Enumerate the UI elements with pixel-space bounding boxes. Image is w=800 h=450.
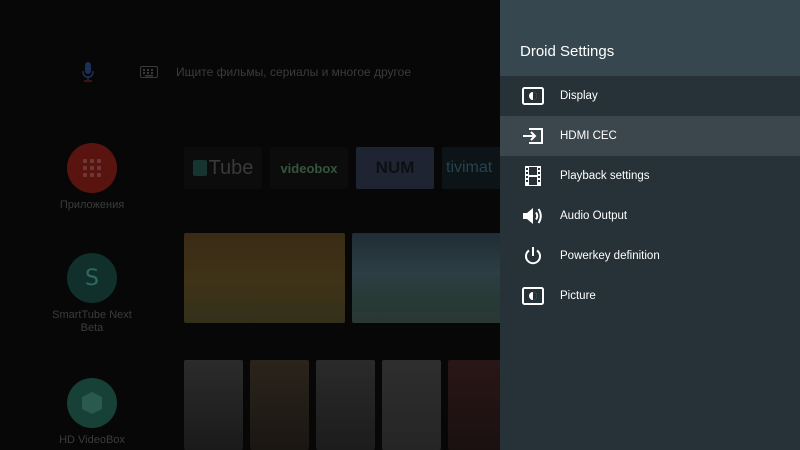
poster-thumbnail[interactable] (316, 360, 375, 450)
channel-tile-videobox[interactable]: videobox (270, 147, 348, 189)
panel-title: Droid Settings (520, 43, 615, 60)
channel-tile-tube[interactable]: Tube (184, 147, 262, 189)
channel-tile-num[interactable]: NUM (356, 147, 434, 189)
menu-item-hdmi-cec[interactable]: HDMI CEC (500, 116, 800, 156)
poster-thumbnail[interactable] (184, 360, 243, 450)
channel-label: tivimat (446, 159, 493, 176)
app-label: HD VideoBox (59, 434, 125, 446)
tube-logo-icon (192, 160, 207, 176)
videobox-logo-icon (67, 378, 117, 428)
app-tile-smarttube[interactable]: S SmartTube Next Beta (42, 253, 142, 335)
channel-label: Tube (208, 156, 254, 179)
picture-icon (522, 285, 544, 307)
power-icon (522, 245, 544, 267)
poster-thumbnail[interactable] (448, 360, 507, 450)
menu-item-label: Playback settings (560, 170, 650, 182)
app-label: Приложения (59, 199, 125, 211)
display-icon (522, 85, 544, 107)
microphone-icon[interactable] (80, 61, 96, 83)
channel-row: Tube videobox NUM tivimat (184, 147, 520, 189)
app-tile-apps[interactable]: Приложения (42, 143, 142, 212)
search-placeholder: Ищите фильмы, сериалы и многое другое (176, 65, 412, 79)
keyboard-icon[interactable] (140, 66, 158, 78)
channel-label: videobox (280, 160, 338, 176)
featured-thumbnail[interactable] (352, 233, 513, 323)
hdmi-input-icon (522, 125, 544, 147)
search-bar[interactable]: Ищите фильмы, сериалы и многое другое (80, 58, 411, 86)
speaker-icon (522, 205, 544, 227)
menu-item-picture[interactable]: Picture (500, 276, 800, 316)
settings-menu: Display HDMI CEC Playback settings Audio… (500, 76, 800, 316)
menu-item-label: HDMI CEC (560, 130, 617, 142)
smarttube-logo-icon: S (67, 253, 117, 303)
poster-thumbnail[interactable] (382, 360, 441, 450)
apps-grid-icon (67, 143, 117, 193)
poster-row (184, 360, 507, 450)
channel-label: NUM (375, 158, 415, 177)
menu-item-label: Picture (560, 290, 596, 302)
panel-header: Droid Settings (500, 0, 800, 76)
droid-settings-panel: Droid Settings Display HDMI CEC Playback… (500, 0, 800, 450)
smarttube-letter: S (85, 265, 99, 291)
menu-item-powerkey-definition[interactable]: Powerkey definition (500, 236, 800, 276)
app-label: SmartTube Next Beta (52, 309, 132, 334)
menu-item-audio-output[interactable]: Audio Output (500, 196, 800, 236)
film-strip-icon (522, 165, 544, 187)
featured-row (184, 233, 513, 323)
menu-item-playback-settings[interactable]: Playback settings (500, 156, 800, 196)
poster-thumbnail[interactable] (250, 360, 309, 450)
menu-item-label: Audio Output (560, 210, 628, 222)
featured-thumbnail[interactable] (184, 233, 345, 323)
app-tile-hd-videobox[interactable]: HD VideoBox (42, 378, 142, 447)
menu-item-label: Display (560, 90, 598, 102)
menu-item-label: Powerkey definition (560, 250, 660, 262)
menu-item-display[interactable]: Display (500, 76, 800, 116)
